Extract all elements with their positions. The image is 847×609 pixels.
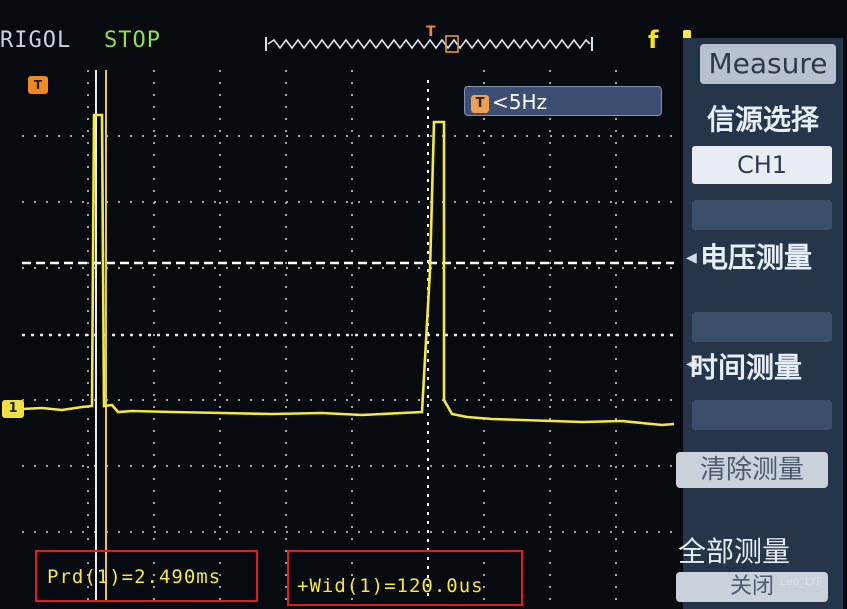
oscilloscope-screen: RIGOL STOP T f T 1 T <5Hz Prd(1)=2.490ms… bbox=[0, 0, 847, 609]
channel-1-marker: 1 bbox=[2, 400, 24, 418]
run-status: STOP bbox=[104, 28, 161, 53]
clear-measure-button[interactable]: 清除测量 bbox=[676, 452, 828, 488]
voltage-measure-button[interactable]: 电压测量 bbox=[700, 236, 812, 276]
ch1-trace bbox=[22, 113, 674, 427]
time-measure-button[interactable]: 时间测量 bbox=[690, 346, 802, 386]
brand-label: RIGOL bbox=[0, 28, 72, 53]
time-marker-icon: T bbox=[28, 76, 48, 94]
menu-title: Measure bbox=[700, 44, 836, 84]
watermark: Leo_LYF bbox=[780, 575, 823, 588]
menu-divider bbox=[692, 400, 832, 430]
trigger-position-marker: T bbox=[426, 24, 436, 40]
menu-divider bbox=[692, 312, 832, 342]
menu-divider bbox=[692, 200, 832, 230]
all-measure-label[interactable]: 全部测量 bbox=[678, 530, 790, 570]
trigger-frequency-display: T <5Hz bbox=[464, 86, 662, 116]
trigger-icon: T bbox=[471, 94, 489, 113]
top-status-bar: RIGOL STOP T f bbox=[0, 24, 691, 58]
submenu-arrow-icon: ◀ bbox=[686, 250, 697, 266]
source-select-label[interactable]: 信源选择 bbox=[707, 98, 819, 138]
source-select-value[interactable]: CH1 bbox=[692, 146, 832, 184]
trigger-frequency-value: <5Hz bbox=[492, 90, 548, 114]
width-highlight-box bbox=[287, 550, 523, 606]
trigger-slope-icon: f bbox=[648, 26, 659, 54]
period-highlight-box bbox=[35, 550, 258, 602]
waveform-plot bbox=[22, 70, 674, 602]
